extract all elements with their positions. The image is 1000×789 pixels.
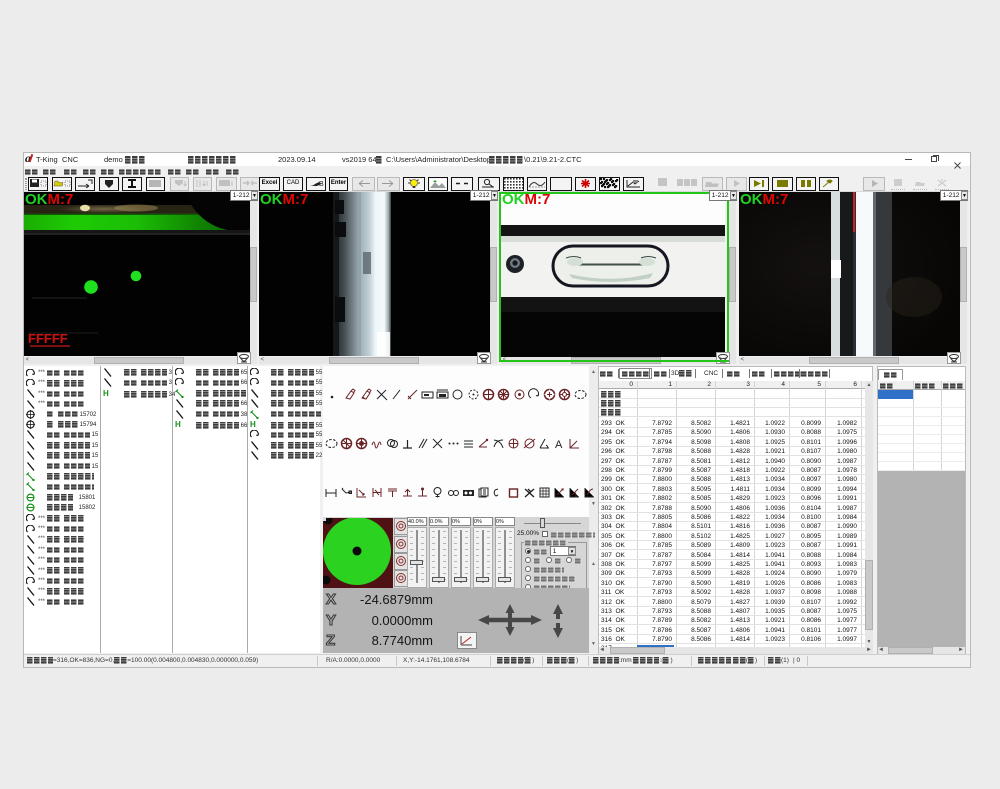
svg-text:B: B: [319, 181, 324, 188]
svg-text:FFFFF: FFFFF: [28, 331, 68, 346]
svg-text:A: A: [555, 439, 563, 450]
svg-text:L: L: [575, 493, 579, 499]
